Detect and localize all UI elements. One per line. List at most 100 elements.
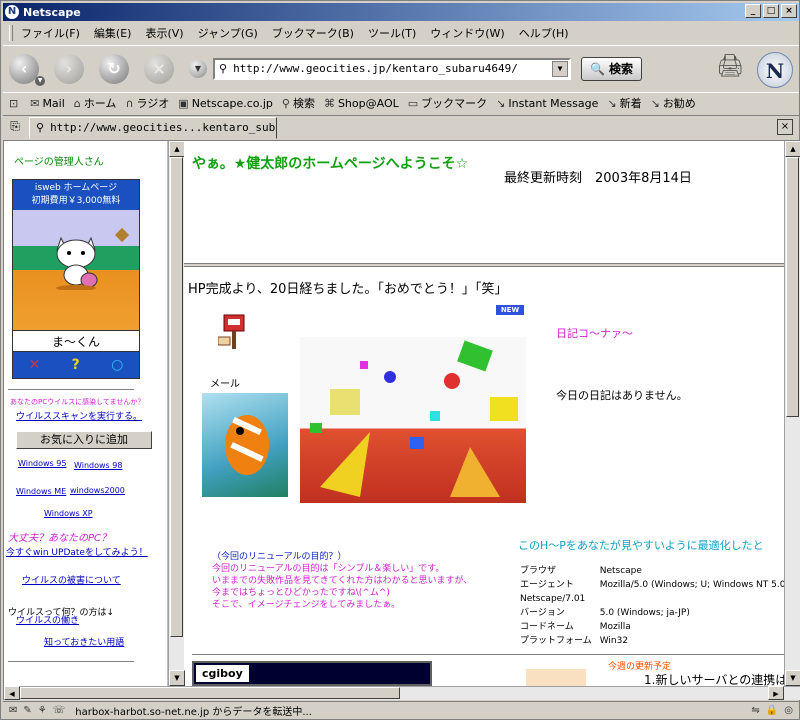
scroll-up-arrow[interactable]: ▲	[169, 141, 185, 157]
print-icon[interactable]: 🖨	[715, 52, 745, 82]
aim-icon[interactable]: ⚘	[38, 705, 47, 716]
tab-current[interactable]: ⚲ http://www.geocities...kentaro_subaru4…	[29, 116, 277, 139]
bookmark-label: ラジオ	[136, 97, 170, 110]
renewal-line: そこで、イメージチェンジをしてみましたぁ。	[212, 600, 401, 610]
link-windowsxp[interactable]: Windows XP	[44, 509, 93, 518]
menu-file[interactable]: ファイル(F)	[21, 25, 80, 41]
magnifier-icon: ⚲	[281, 96, 290, 110]
location-dropdown-icon[interactable]: ▼	[189, 59, 207, 78]
netscape-throbber-icon[interactable]: N	[757, 52, 793, 88]
info-key: コードネーム	[520, 622, 574, 632]
link-windows98[interactable]: Windows 98	[74, 461, 122, 470]
bookmark-search[interactable]: ⚲ 検索	[282, 95, 315, 111]
stop-button[interactable]: ×	[144, 53, 174, 84]
menu-bookmarks[interactable]: ブックマーク(B)	[272, 25, 354, 41]
horizontal-scrollbar[interactable]: ◀ ▶	[4, 686, 800, 700]
home-folder-button[interactable]: ⊡	[9, 97, 21, 110]
welcome-title: やぁ。★健太郎のホームページへようこそ☆	[192, 156, 469, 172]
cross-icon[interactable]: ✕	[29, 357, 41, 373]
pc-safe-message: 大丈夫？あなたのPC？	[8, 533, 112, 544]
bookmark-label: 検索	[292, 97, 315, 110]
win-update-link[interactable]: 今すぐwin UPDateをしてみよう！	[6, 545, 148, 558]
access-counter: cgiboy	[192, 661, 432, 686]
avatar-ad-banner[interactable]: isweb ホームページ 初期費用￥3,000無料 ま～くん ✕ ? ○	[12, 179, 140, 379]
bookmark-label: Instant Message	[508, 96, 599, 110]
info-key: ブラウザ	[520, 566, 557, 576]
bookmark-label: 新着	[619, 97, 642, 110]
aol-icon: ⌘	[323, 96, 335, 110]
url-history-dropdown-icon[interactable]: ▼	[552, 60, 568, 77]
url-field[interactable]: ⚲ http://www.geocities.jp/kentaro_subaru…	[213, 57, 571, 80]
question-icon[interactable]: ?	[72, 357, 80, 373]
minimize-button[interactable]: _	[745, 4, 761, 18]
divider	[8, 661, 134, 663]
bookmark-im[interactable]: ↘ Instant Message	[496, 97, 598, 110]
bookmark-mail[interactable]: ✉ Mail	[30, 97, 65, 110]
right-frame-scrollbar[interactable]: ▲ ▼	[784, 141, 800, 686]
mailbox-icon[interactable]	[218, 311, 250, 351]
floating-cubes-icon	[310, 340, 518, 497]
scroll-down-arrow[interactable]: ▼	[169, 670, 185, 686]
terms-link[interactable]: 知っておきたい用語	[44, 635, 124, 648]
menu-view[interactable]: 表示(V)	[145, 25, 183, 41]
forward-button[interactable]: ›	[54, 53, 84, 84]
status-icons: ✉ ✎ ⚘ ☏	[3, 705, 65, 716]
scroll-up-arrow[interactable]: ▲	[785, 141, 800, 157]
bookmarks-folder[interactable]: ▭ ブックマーク	[408, 95, 487, 111]
bookmark-folder-icon: ▭	[407, 96, 419, 110]
mail-label[interactable]: メール	[210, 375, 240, 390]
bookmark-netscape[interactable]: ▣ Netscape.co.jp	[178, 97, 273, 110]
avatar-scene	[13, 210, 139, 330]
scroll-thumb[interactable]	[20, 687, 400, 699]
last-update: 最終更新時刻 2003年8月14日	[504, 171, 692, 186]
menu-window[interactable]: ウィンドウ(W)	[430, 25, 504, 41]
maximize-button[interactable]: □	[763, 4, 779, 18]
address-book-icon[interactable]: ☏	[53, 705, 66, 716]
bookmark-radio[interactable]: ∩ ラジオ	[125, 95, 169, 111]
scroll-down-arrow[interactable]: ▼	[785, 670, 800, 686]
menu-help[interactable]: ヘルプ(H)	[519, 25, 569, 41]
scroll-thumb[interactable]	[170, 157, 183, 637]
new-tab-icon[interactable]: ⎘	[7, 119, 23, 135]
menu-edit[interactable]: 編集(E)	[94, 25, 132, 41]
circle-icon[interactable]: ○	[111, 357, 123, 373]
scroll-left-arrow[interactable]: ◀	[4, 686, 20, 700]
menu-tools[interactable]: ツール(T)	[368, 25, 416, 41]
info-key: エージェント	[520, 580, 574, 590]
add-favorite-button[interactable]: お気に入りに追加	[16, 431, 152, 449]
search-button-label: 検索	[608, 62, 633, 76]
frame-splitter[interactable]	[184, 263, 784, 267]
3d-blocks-image	[300, 337, 526, 503]
search-button[interactable]: 🔍 検索	[581, 56, 642, 81]
composer-icon[interactable]: ✎	[23, 705, 31, 716]
bookmark-recommend[interactable]: ↘ お勧め	[651, 95, 696, 111]
scroll-right-arrow[interactable]: ▶	[768, 686, 784, 700]
reload-button[interactable]: ↻	[99, 53, 129, 84]
bookmark-home[interactable]: ⌂ ホーム	[74, 95, 117, 111]
bookmark-new[interactable]: ↘ 新着	[607, 95, 641, 111]
virus-work-link[interactable]: ウイルスの働き	[16, 613, 79, 626]
ad-line2: 初期費用￥3,000無料	[31, 196, 121, 206]
virus-scan-link[interactable]: ウイルススキャンを実行する。	[16, 409, 142, 422]
online-icon[interactable]: ⇋	[751, 705, 759, 716]
renewal-line: 今まではちょっとひどかったですね\(^ム^)	[212, 588, 390, 598]
menu-go[interactable]: ジャンプ(G)	[198, 25, 258, 41]
tab-page-icon: ⚲	[36, 121, 45, 134]
diary-title[interactable]: 日記コ～ナァ～	[556, 325, 633, 341]
left-frame-scrollbar[interactable]: ▲ ▼	[168, 141, 185, 686]
info-key: Netscape/7.01	[520, 594, 586, 604]
link-windows2000[interactable]: windows2000	[70, 486, 125, 495]
mail-status-icon[interactable]: ✉	[9, 705, 17, 716]
bookmark-shop[interactable]: ⌘ Shop@AOL	[324, 97, 399, 110]
main-heading: HP完成より、20日経ちました。「おめでとう！」「笑」	[188, 282, 508, 297]
virus-damage-link[interactable]: ウイルスの被害について	[22, 573, 121, 586]
link-windowsme[interactable]: Windows ME	[16, 487, 66, 496]
link-windows95[interactable]: Windows 95	[18, 459, 66, 468]
back-dropdown-icon[interactable]: ▼	[35, 75, 45, 86]
toolbar-grip[interactable]	[9, 25, 13, 41]
back-button[interactable]: ‹ ▼	[9, 53, 45, 86]
left-frame: ページの管理人さん isweb ホームページ 初期費用￥3,000無料 ま～くん…	[4, 141, 168, 686]
scroll-thumb[interactable]	[786, 157, 799, 417]
close-window-button[interactable]: ×	[781, 4, 797, 18]
close-tab-button[interactable]: ×	[777, 119, 793, 135]
